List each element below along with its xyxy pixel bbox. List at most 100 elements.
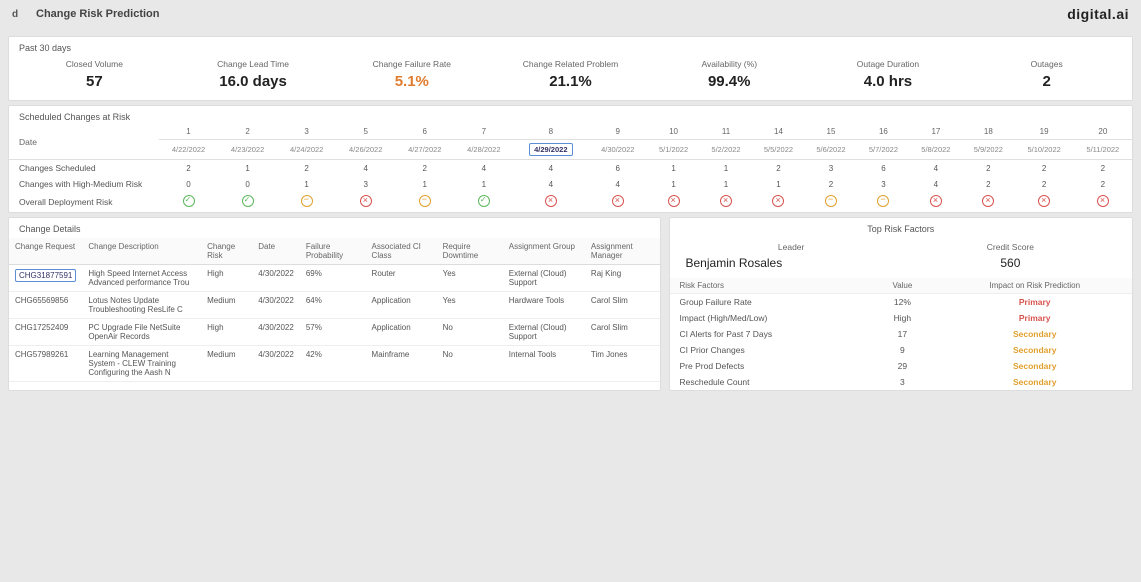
date-col-date[interactable]: 5/2/2022 [700,140,752,160]
risk-factors-table: Risk FactorsValueImpact on Risk Predicti… [670,278,1133,390]
date-col-date[interactable]: 5/7/2022 [857,140,909,160]
date-col-num[interactable]: 3 [277,124,336,140]
rf-header[interactable]: Impact on Risk Prediction [937,278,1132,294]
rf-value: High [867,310,937,326]
risk-orange-icon [301,195,313,207]
details-header[interactable]: Require Downtime [437,238,503,265]
table-row[interactable]: CHG31877591High Speed Internet Access Ad… [9,265,660,292]
details-header[interactable]: Assignment Group [503,238,585,265]
sched-cell: 2 [962,160,1014,177]
risk-orange-icon [877,195,889,207]
date-col-num[interactable]: 11 [700,124,752,140]
change-request[interactable]: CHG17252409 [9,319,82,346]
kpi-label: Change Lead Time [174,59,333,69]
change-risk: Medium [201,346,252,382]
date-col-date[interactable]: 4/24/2022 [277,140,336,160]
change-description: High Speed Internet Access Advanced perf… [82,265,201,292]
date-col-date[interactable]: 5/10/2022 [1015,140,1074,160]
kpi-card: Change Lead Time16.0 days [174,59,333,90]
table-row[interactable]: CHG65569856Lotus Notes Update Troublesho… [9,292,660,319]
change-request[interactable]: CHG65569856 [9,292,82,319]
failure-prob: 64% [300,292,366,319]
sched-cell: 1 [700,160,752,177]
details-header[interactable]: Associated CI Class [366,238,437,265]
rf-name: Reschedule Count [670,374,868,390]
date-col-num[interactable]: 9 [588,124,647,140]
change-request[interactable]: CHG31877591 [9,265,82,292]
details-header[interactable]: Date [252,238,300,265]
date-col-date[interactable]: 4/28/2022 [454,140,513,160]
date-col-date[interactable]: 5/1/2022 [647,140,699,160]
scheduled-title: Scheduled Changes at Risk [9,106,1132,124]
risk-cell [962,192,1014,212]
change-details-title: Change Details [9,218,660,238]
date-col-date[interactable]: 5/9/2022 [962,140,1014,160]
downtime: No [437,319,503,346]
assign-group: Internal Tools [503,346,585,382]
risk-cell [700,192,752,212]
risk-red-icon [668,195,680,207]
risk-cell [395,192,454,212]
details-header[interactable]: Change Risk [201,238,252,265]
date-col-date[interactable]: 5/8/2022 [910,140,962,160]
date-col-num[interactable]: 17 [910,124,962,140]
details-header[interactable]: Change Request [9,238,82,265]
risk-red-icon [612,195,624,207]
change-description: PC Upgrade File NetSuite OpenAir Records [82,319,201,346]
sched-cell: 6 [857,160,909,177]
rf-header[interactable]: Risk Factors [670,278,868,294]
rf-impact: Secondary [937,342,1132,358]
date-col-num[interactable]: 20 [1074,124,1132,140]
table-row[interactable]: CHG57989261Learning Management System - … [9,346,660,382]
change-date: 4/30/2022 [252,292,300,319]
date-col-date[interactable]: 4/23/2022 [218,140,277,160]
assign-group: Hardware Tools [503,292,585,319]
date-col-num[interactable]: 15 [805,124,857,140]
rf-name: Pre Prod Defects [670,358,868,374]
risk-cell [910,192,962,212]
kpi-label: Outages [967,59,1126,69]
rf-value: 3 [867,374,937,390]
details-header[interactable]: Failure Probability [300,238,366,265]
sched-cell: 4 [513,160,588,177]
change-details-table: Change RequestChange DescriptionChange R… [9,238,660,382]
change-request[interactable]: CHG57989261 [9,346,82,382]
date-col-num[interactable]: 10 [647,124,699,140]
sched-cell: 2 [1074,176,1132,192]
date-col-date[interactable]: 5/5/2022 [752,140,804,160]
ci-class: Application [366,292,437,319]
date-col-date[interactable]: 4/22/2022 [159,140,218,160]
date-col-num[interactable]: 5 [336,124,395,140]
change-description: Lotus Notes Update Troubleshooting ResLi… [82,292,201,319]
table-row[interactable]: CHG17252409PC Upgrade File NetSuite Open… [9,319,660,346]
date-col-num[interactable]: 7 [454,124,513,140]
sched-cell: 4 [910,176,962,192]
score-value: 560 [901,256,1120,270]
details-header[interactable]: Assignment Manager [585,238,660,265]
date-col-num[interactable]: 8 [513,124,588,140]
kpi-value: 21.1% [491,73,650,90]
rf-row: Pre Prod Defects29Secondary [670,358,1133,374]
rf-header[interactable]: Value [867,278,937,294]
date-col-num[interactable]: 18 [962,124,1014,140]
app-icon[interactable]: d [8,7,22,21]
date-col-date[interactable]: 4/26/2022 [336,140,395,160]
date-col-date[interactable]: 4/29/2022 [513,140,588,160]
risk-orange-icon [419,195,431,207]
change-risk: High [201,319,252,346]
sched-cell: 1 [454,176,513,192]
date-col-num[interactable]: 1 [159,124,218,140]
date-col-num[interactable]: 19 [1015,124,1074,140]
sched-cell: 2 [277,160,336,177]
date-col-num[interactable]: 2 [218,124,277,140]
date-col-date[interactable]: 4/27/2022 [395,140,454,160]
sched-cell: 4 [513,176,588,192]
failure-prob: 69% [300,265,366,292]
date-col-num[interactable]: 6 [395,124,454,140]
details-header[interactable]: Change Description [82,238,201,265]
date-col-date[interactable]: 5/6/2022 [805,140,857,160]
date-col-date[interactable]: 5/11/2022 [1074,140,1132,160]
date-col-date[interactable]: 4/30/2022 [588,140,647,160]
date-col-num[interactable]: 14 [752,124,804,140]
date-col-num[interactable]: 16 [857,124,909,140]
